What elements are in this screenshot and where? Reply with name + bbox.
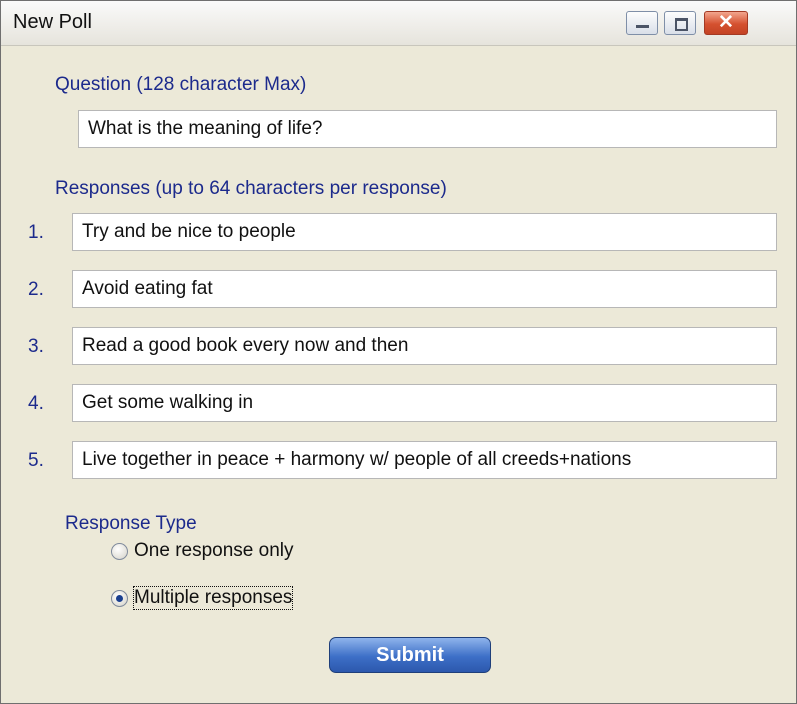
minimize-button[interactable]: [626, 11, 658, 35]
submit-button[interactable]: Submit: [329, 637, 491, 673]
new-poll-window: New Poll ✕ Question (128 character Max) …: [0, 0, 797, 704]
radio-button-checked[interactable]: [111, 590, 128, 607]
response-input-4[interactable]: [72, 384, 777, 422]
close-button[interactable]: ✕: [704, 11, 748, 35]
response-number-3: 3.: [28, 336, 44, 357]
radio-multiple-responses-label: Multiple responses: [132, 586, 294, 610]
response-input-1[interactable]: [72, 213, 777, 251]
response-number-2: 2.: [28, 279, 44, 300]
title-bar[interactable]: New Poll ✕: [1, 1, 796, 46]
radio-one-response-label: One response only: [134, 540, 294, 561]
question-label: Question (128 character Max): [55, 74, 307, 95]
responses-label: Responses (up to 64 characters per respo…: [55, 178, 447, 199]
window-title: New Poll: [13, 11, 92, 33]
response-input-5[interactable]: [72, 441, 777, 479]
response-input-3[interactable]: [72, 327, 777, 365]
radio-button-unchecked[interactable]: [111, 543, 128, 560]
response-input-2[interactable]: [72, 270, 777, 308]
response-number-4: 4.: [28, 393, 44, 414]
maximize-icon: [675, 18, 688, 31]
response-number-5: 5.: [28, 450, 44, 471]
response-type-label: Response Type: [65, 513, 197, 534]
maximize-button[interactable]: [664, 11, 696, 35]
minimize-icon: [636, 25, 649, 28]
response-number-1: 1.: [28, 222, 44, 243]
question-input[interactable]: [78, 110, 777, 148]
close-icon: ✕: [718, 12, 734, 33]
